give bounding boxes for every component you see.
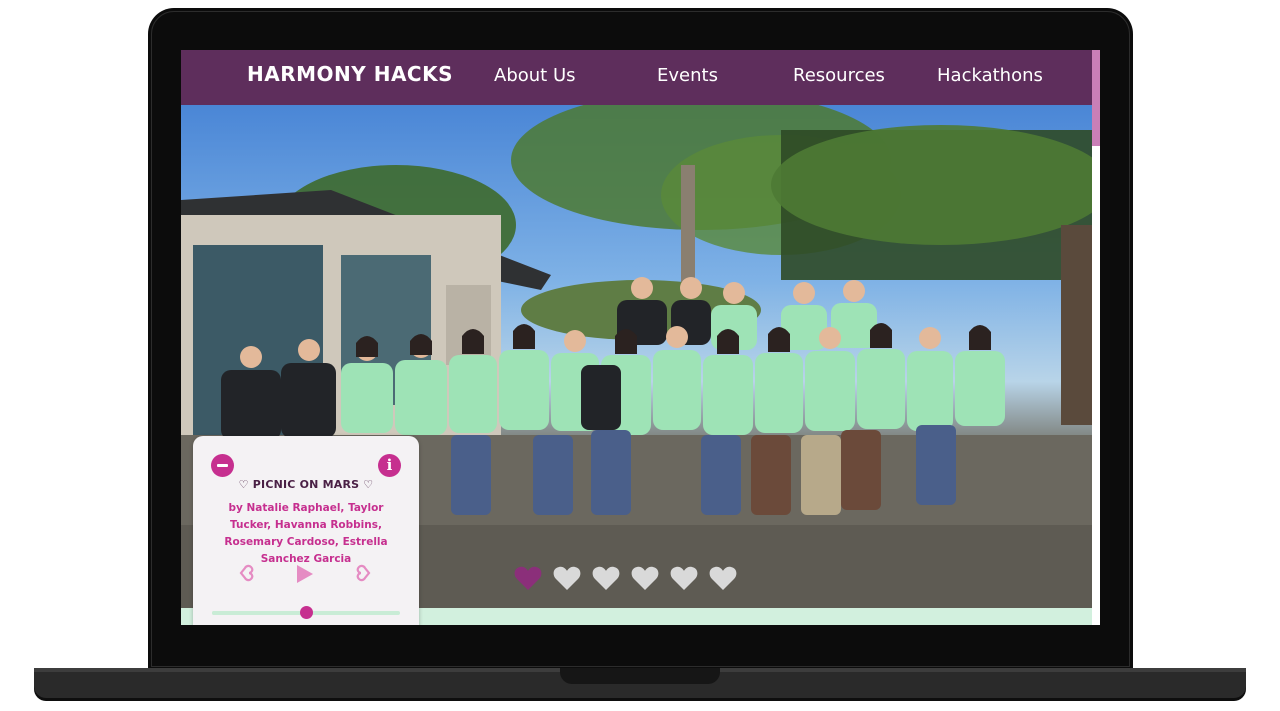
carousel-heart-1[interactable] [514,565,542,593]
carousel-heart-6[interactable] [709,565,737,593]
info-circle-icon[interactable]: i [378,454,401,477]
site-navbar: HARMONY HACKS About Us Events Resources … [181,50,1092,105]
nav-resources[interactable]: Resources [793,65,885,86]
carousel-heart-5[interactable] [670,565,698,593]
brand-logo[interactable]: HARMONY HACKS [247,62,453,86]
carousel-heart-4[interactable] [631,565,659,593]
heart-prev-icon[interactable] [237,564,255,587]
scrollbar-track[interactable] [1092,146,1100,625]
laptop-screen: HARMONY HACKS About Us Events Resources … [181,50,1100,625]
scrollbar-thumb[interactable] [1092,50,1100,146]
laptop-notch [560,668,720,684]
nav-events[interactable]: Events [657,65,718,86]
song-title: ♡ PICNIC ON MARS ♡ [238,478,374,491]
minus-circle-icon[interactable] [211,454,234,477]
carousel-indicators [514,565,737,593]
carousel-heart-2[interactable] [553,565,581,593]
progress-track[interactable] [212,606,400,619]
nav-about-us[interactable]: About Us [494,65,576,86]
heart-next-icon[interactable] [355,564,373,587]
nav-hackathons[interactable]: Hackathons [937,65,1043,86]
progress-fill [212,611,306,615]
music-player: i ♡ PICNIC ON MARS ♡ by Natalie Raphael,… [193,436,419,625]
play-icon[interactable] [296,564,314,589]
song-artists: by Natalie Raphael, Taylor Tucker, Havan… [224,502,388,565]
carousel-heart-3[interactable] [592,565,620,593]
progress-knob[interactable] [300,606,313,619]
